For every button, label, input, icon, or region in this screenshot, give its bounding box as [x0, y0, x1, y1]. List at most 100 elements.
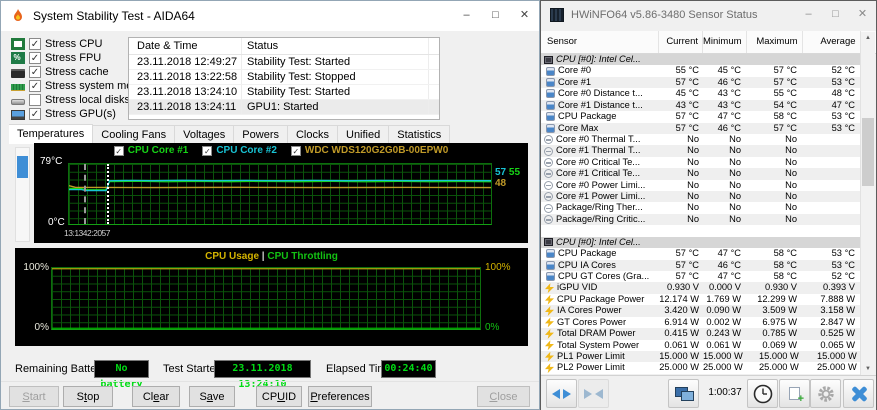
maximize-button[interactable]: □	[822, 1, 849, 28]
column-date-time[interactable]: Date & Time	[129, 38, 241, 54]
sensor-group-row[interactable]: CPU [#0]: Intel Cel...	[541, 54, 860, 66]
checkbox[interactable]	[29, 94, 41, 106]
clock-button[interactable]	[747, 379, 778, 408]
sensor-row[interactable]: Core Max 57 °C 46 °C 57 °C 53 °C	[541, 122, 860, 134]
column-average[interactable]: Average	[803, 31, 861, 53]
sensor-row[interactable]: Core #1 Thermal T... No No No	[541, 145, 860, 157]
sensor-row[interactable]: IA Cores Power 3.420 W 0.090 W 3.509 W 3…	[541, 305, 860, 317]
sensor-row[interactable]: Core #1 57 °C 46 °C 57 °C 53 °C	[541, 76, 860, 89]
scrollbar-thumb[interactable]	[862, 118, 874, 186]
tab-temperatures[interactable]: Temperatures	[9, 124, 94, 144]
sensor-row[interactable]: Total System Power 0.061 W 0.061 W 0.069…	[541, 340, 860, 351]
log-row[interactable]: 23.11.2018 13:24:10 Stability Test: Star…	[129, 85, 439, 100]
sensor-row[interactable]: Core #0 55 °C 45 °C 57 °C 52 °C	[541, 65, 860, 76]
usage-plot	[51, 267, 481, 330]
sensor-row[interactable]: Total DRAM Power 0.415 W 0.243 W 0.785 W…	[541, 328, 860, 340]
sensor-row[interactable]: CPU GT Cores (Gra... 57 °C 47 °C 58 °C 5…	[541, 271, 860, 282]
usage-left-max-label: 100%	[23, 262, 49, 273]
close-icon[interactable]: ✕	[849, 1, 876, 28]
sensor-row[interactable]: Core #1 Power Limi... No No No	[541, 191, 860, 203]
stress-label: Stress GPU(s)	[45, 108, 116, 120]
sensor-table: CPU [#0]: Intel Cel... Core #0 55 °C 45 …	[541, 54, 860, 374]
log-row[interactable]: 23.11.2018 13:22:58 Stability Test: Stop…	[129, 70, 439, 85]
legend-label: WDC WDS120G2G0B-00EPW0	[304, 145, 449, 156]
tab-clocks[interactable]: Clocks	[287, 125, 338, 144]
close-icon[interactable]: ✕	[510, 1, 539, 30]
sensor-row[interactable]: Core #1 Critical Te... No No No	[541, 168, 860, 180]
sensor-row[interactable]: CPU IA Cores 57 °C 46 °C 58 °C 53 °C	[541, 259, 860, 272]
power-icon	[545, 294, 554, 305]
column-current[interactable]: Current	[659, 31, 703, 53]
tab-voltages[interactable]: Voltages	[175, 125, 235, 144]
column-status[interactable]: Status	[241, 38, 428, 54]
expand-arrows-button[interactable]	[546, 379, 577, 408]
sensor-row[interactable]: Core #0 Thermal T... No No No	[541, 134, 860, 145]
legend-cpu-core-2[interactable]: CPU Core #2	[202, 145, 277, 157]
sensor-row[interactable]: PL2 Power Limit 25.000 W 25.000 W 25.000…	[541, 362, 860, 374]
y-axis-max-label: 79°C	[40, 156, 63, 167]
sensor-row[interactable]: GT Cores Power 6.914 W 0.002 W 6.975 W 2…	[541, 317, 860, 328]
maximize-button[interactable]: □	[481, 1, 510, 30]
settings-button[interactable]	[810, 379, 841, 408]
aida64-app-icon	[10, 8, 26, 24]
thermometer-icon	[546, 260, 555, 270]
tab-powers[interactable]: Powers	[234, 125, 288, 144]
blank-row[interactable]	[541, 225, 860, 237]
sensor-row[interactable]: Core #1 Distance t... 43 °C 43 °C 54 °C …	[541, 99, 860, 112]
close-sensors-button[interactable]	[843, 379, 874, 408]
sensor-row[interactable]: Package/Ring Critic... No No No	[541, 213, 860, 226]
scroll-up-icon[interactable]: ▲	[861, 35, 875, 41]
slider-thumb[interactable]	[17, 156, 28, 178]
sensor-row[interactable]: Core #0 Power Limi... No No No	[541, 180, 860, 191]
checkbox[interactable]	[29, 38, 41, 51]
clear-button[interactable]: Clear	[132, 386, 180, 407]
column-maximum[interactable]: Maximum	[747, 31, 803, 53]
temperature-plot	[68, 163, 492, 225]
x-axis-time-label: 13:1342:2057	[64, 228, 111, 238]
legend-checkbox[interactable]	[202, 145, 213, 157]
cpuid-button[interactable]: CPUID	[256, 386, 302, 407]
save-button[interactable]: Save	[189, 386, 235, 407]
power-icon	[545, 328, 554, 339]
remote-monitoring-button[interactable]	[668, 379, 699, 408]
cache-icon	[11, 68, 25, 78]
column-minimum[interactable]: Minimum	[703, 31, 747, 53]
minimize-button[interactable]: –	[452, 1, 481, 30]
checkbox[interactable]	[29, 52, 41, 65]
checkbox[interactable]	[29, 66, 41, 79]
preferences-button[interactable]: Preferences	[308, 386, 372, 407]
checkbox[interactable]	[29, 108, 41, 121]
scrollbar[interactable]: ▲ ▼	[860, 32, 875, 375]
checkbox[interactable]	[29, 80, 41, 93]
report-button[interactable]	[779, 379, 810, 408]
tab-cooling-fans[interactable]: Cooling Fans	[93, 125, 176, 144]
sensor-row[interactable]: Package/Ring Ther... No No No	[541, 202, 860, 213]
sensor-row[interactable]: iGPU VID 0.930 V 0.000 V 0.930 V 0.393 V	[541, 282, 860, 294]
minimize-button[interactable]: –	[795, 1, 822, 28]
tab-statistics[interactable]: Statistics	[389, 125, 451, 144]
log-row[interactable]: 23.11.2018 12:49:27 Stability Test: Star…	[129, 55, 439, 70]
no-status-icon	[544, 158, 553, 167]
column-sensor[interactable]: Sensor	[541, 31, 659, 53]
stop-button[interactable]: Stop	[63, 386, 113, 407]
tab-unified[interactable]: Unified	[338, 125, 390, 144]
sensor-row[interactable]: CPU Package 57 °C 47 °C 58 °C 53 °C	[541, 248, 860, 259]
sensor-row[interactable]: CPU Package 57 °C 47 °C 58 °C 53 °C	[541, 111, 860, 122]
sensor-row[interactable]: Core #0 Critical Te... No No No	[541, 157, 860, 168]
log-row[interactable]: 23.11.2018 13:24:11 GPU1: Started	[129, 100, 439, 115]
sensor-group-row[interactable]: CPU [#0]: Intel Cel...	[541, 236, 860, 249]
chart-zoom-slider[interactable]	[15, 147, 30, 242]
legend-checkbox[interactable]	[113, 145, 124, 157]
sensor-row[interactable]: CPU Package Power 12.174 W 1.769 W 12.29…	[541, 294, 860, 305]
start-button[interactable]: Start	[9, 386, 59, 407]
legend-cpu-core-1[interactable]: CPU Core #1	[113, 145, 188, 157]
collapse-arrows-button[interactable]	[578, 379, 609, 408]
legend-checkbox[interactable]	[290, 145, 301, 157]
arrows-in-icon	[584, 388, 603, 399]
sensor-row[interactable]: PL1 Power Limit 15.000 W 15.000 W 15.000…	[541, 350, 860, 363]
scroll-down-icon[interactable]: ▼	[861, 366, 875, 372]
sensor-row[interactable]: Core #0 Distance t... 45 °C 43 °C 55 °C …	[541, 88, 860, 99]
power-icon	[545, 351, 554, 362]
close-button[interactable]: Close	[477, 386, 530, 407]
legend-wdc-wds120g2g0b-00epw0[interactable]: WDC WDS120G2G0B-00EPW0	[290, 145, 449, 157]
